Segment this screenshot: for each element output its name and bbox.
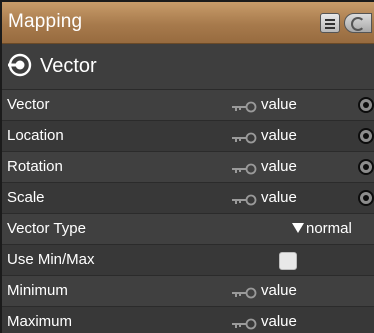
property-label: Vector bbox=[7, 96, 50, 113]
triangle-down-icon bbox=[292, 223, 304, 233]
output-socket-icon[interactable] bbox=[8, 53, 32, 77]
property-row-vector[interactable]: Vector value bbox=[2, 90, 374, 121]
property-row-vector-type[interactable]: Vector Type normal bbox=[2, 214, 374, 245]
key-icon[interactable] bbox=[232, 131, 258, 144]
value-field[interactable]: value bbox=[261, 127, 297, 144]
property-label: Scale bbox=[7, 189, 45, 206]
property-row-minimum[interactable]: Minimum value bbox=[2, 276, 374, 307]
property-label: Minimum bbox=[7, 282, 68, 299]
key-icon[interactable] bbox=[232, 317, 258, 330]
value-field[interactable]: value bbox=[261, 96, 297, 113]
node-title: Mapping bbox=[8, 11, 83, 32]
key-icon[interactable] bbox=[232, 286, 258, 299]
output-row: Vector bbox=[2, 44, 374, 90]
node-header[interactable]: Mapping bbox=[2, 2, 374, 44]
property-row-use-min-max[interactable]: Use Min/Max bbox=[2, 245, 374, 276]
value-field[interactable]: value bbox=[261, 158, 297, 175]
property-row-scale[interactable]: Scale value bbox=[2, 183, 374, 214]
input-socket-icon[interactable] bbox=[358, 97, 374, 113]
value-field[interactable]: value bbox=[261, 313, 297, 330]
use-min-max-checkbox[interactable] bbox=[279, 252, 297, 270]
vector-type-dropdown[interactable]: normal bbox=[292, 220, 352, 237]
key-icon[interactable] bbox=[232, 193, 258, 206]
property-label: Location bbox=[7, 127, 64, 144]
input-socket-icon[interactable] bbox=[358, 128, 374, 144]
property-label: Maximum bbox=[7, 313, 73, 330]
output-label: Vector bbox=[40, 55, 97, 77]
property-label: Vector Type bbox=[7, 220, 86, 237]
value-field[interactable]: value bbox=[261, 282, 297, 299]
mapping-node: Mapping Vector Vector value Location value R… bbox=[0, 0, 374, 333]
input-socket-icon[interactable] bbox=[358, 159, 374, 175]
key-icon[interactable] bbox=[232, 162, 258, 175]
input-socket-icon[interactable] bbox=[358, 190, 374, 206]
dropdown-value: normal bbox=[306, 220, 352, 237]
property-row-maximum[interactable]: Maximum value bbox=[2, 307, 374, 333]
key-icon[interactable] bbox=[232, 100, 258, 113]
property-row-rotation[interactable]: Rotation value bbox=[2, 152, 374, 183]
value-field[interactable]: value bbox=[261, 189, 297, 206]
cycle-icon[interactable] bbox=[344, 13, 372, 33]
property-label: Use Min/Max bbox=[7, 251, 95, 268]
list-icon[interactable] bbox=[320, 13, 340, 33]
property-label: Rotation bbox=[7, 158, 63, 175]
property-row-location[interactable]: Location value bbox=[2, 121, 374, 152]
